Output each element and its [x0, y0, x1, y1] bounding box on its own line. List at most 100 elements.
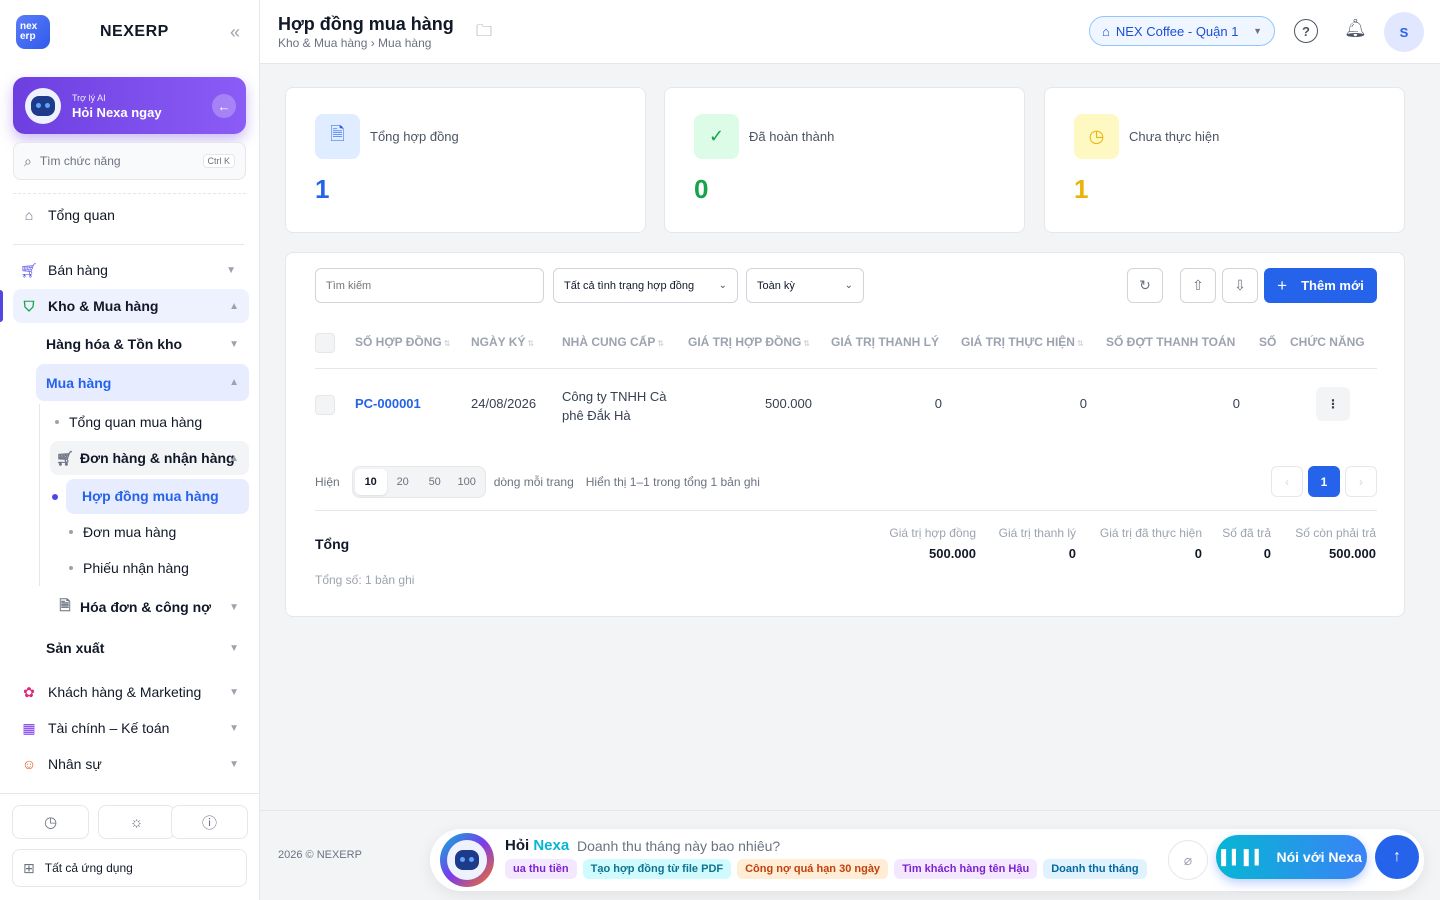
bullet	[69, 566, 73, 570]
page-button[interactable]: 1	[1308, 466, 1340, 497]
summary-value: 0	[1068, 546, 1076, 561]
suggestion-chip[interactable]: ua thu tiền	[505, 859, 577, 879]
column-header[interactable]: SỐ ĐỢT THANH TOÁN	[1106, 335, 1235, 349]
row-checkbox[interactable]	[315, 395, 335, 415]
upload-icon: ⇧	[1192, 277, 1204, 293]
sidebar: nex erp NEXERP « Trợ lý AI Hỏi Nexa ngay …	[0, 0, 260, 900]
table-row[interactable]: PC-000001 24/08/2026 Công ty TNHH Cà phê…	[315, 370, 1377, 436]
column-header[interactable]: SỐ HỢP ĐỒNG ⇅	[355, 335, 450, 349]
summary-label: Giá trị đã thực hiện	[1099, 526, 1202, 540]
ai-assistant-card[interactable]: Trợ lý AI Hỏi Nexa ngay ←	[13, 77, 246, 134]
per-page-label: dòng mỗi trang	[493, 475, 574, 489]
column-header: CHỨC NĂNG	[1290, 335, 1365, 349]
supplier-name: Công ty TNHH Cà phê Đắk Hà	[562, 389, 667, 423]
branch-name: NEX Coffee - Quận 1	[1115, 23, 1239, 39]
sidebar-item-hr[interactable]: ☺ Nhân sự ▼	[13, 747, 249, 781]
column-header[interactable]: GIÁ TRỊ THỰC HIỆN ⇅	[961, 335, 1084, 349]
app-logo[interactable]: nex erp	[16, 15, 50, 49]
page-size-option[interactable]: 20	[387, 469, 419, 495]
paperclip-icon: ⌀	[1183, 851, 1193, 868]
attach-button[interactable]: ⌀	[1168, 840, 1208, 880]
sidebar-item-purchase-orders[interactable]: Đơn mua hàng	[66, 515, 249, 549]
refresh-button[interactable]: ↻	[1127, 268, 1163, 303]
column-label: SỐ	[1259, 335, 1277, 349]
sidebar-item-overview[interactable]: ⌂ Tổng quan	[13, 198, 246, 232]
history-button[interactable]: ◷	[12, 805, 89, 839]
summary-contract-value: Giá trị hợp đồng 500.000	[889, 526, 976, 561]
prev-page-button[interactable]: ‹	[1271, 466, 1303, 497]
help-icon[interactable]: ?	[1294, 19, 1318, 43]
column-header[interactable]: NHÀ CUNG CẤP ⇅	[562, 335, 664, 349]
bullet	[55, 420, 59, 424]
sidebar-item-contracts[interactable]: Hợp đồng mua hàng	[52, 479, 249, 514]
collapse-sidebar-icon[interactable]: «	[230, 22, 240, 43]
chevron-down-icon: ▼	[229, 601, 239, 613]
contract-code-link[interactable]: PC-000001	[355, 396, 421, 411]
avatar[interactable]: S	[1384, 12, 1424, 52]
summary-title: Tổng	[315, 536, 350, 552]
download-icon: ⇩	[1234, 277, 1246, 293]
next-page-button[interactable]: ›	[1345, 466, 1377, 497]
contract-icon: 🗎	[315, 114, 360, 159]
search-input[interactable]	[315, 268, 544, 303]
chevron-up-icon: ▲	[229, 300, 239, 312]
download-button[interactable]: ⇩	[1222, 268, 1258, 303]
sidebar-item-goods[interactable]: Hàng hóa & Tồn kho ▼	[36, 327, 249, 361]
bag-icon: ⛉	[23, 297, 35, 314]
upload-button[interactable]: ⇧	[1180, 268, 1216, 303]
arrow-left-icon[interactable]: ←	[212, 94, 236, 118]
folder-icon[interactable]: 🗀	[476, 20, 492, 47]
sidebar-item-finance[interactable]: ▦ Tài chính – Kế toán ▼	[13, 711, 249, 745]
sidebar-item-crm[interactable]: ✿ Khách hàng & Marketing ▼	[13, 675, 249, 709]
function-search-placeholder: Tìm chức năng	[39, 154, 121, 168]
suggestion-chip[interactable]: Tạo hợp đồng từ file PDF	[582, 859, 732, 879]
function-search[interactable]: ⌕ Tìm chức năng Ctrl K	[13, 142, 246, 180]
suggestion-chips: ua thu tiền Tạo hợp đồng từ file PDF Côn…	[505, 859, 1148, 879]
summary-value: 500.000	[1329, 546, 1376, 561]
top-header: Hợp đồng mua hàng Kho & Mua hàng › Mua h…	[260, 0, 1440, 64]
column-header[interactable]: GIÁ TRỊ THANH LÝ	[831, 335, 939, 349]
theme-button[interactable]: ☼	[98, 805, 175, 839]
contract-value: 500.000	[765, 396, 812, 411]
page-size-option[interactable]: 100	[451, 469, 483, 495]
sidebar-item-sales[interactable]: 🛒︎ Bán hàng ▼	[13, 253, 246, 287]
sidebar-item-warehouse[interactable]: ⛉ Kho & Mua hàng ▲	[13, 289, 249, 323]
grid-icon: ⊞	[23, 859, 35, 876]
row-actions-button[interactable]: ⋮	[1316, 387, 1350, 421]
sidebar-item-purchase-overview[interactable]: Tổng quan mua hàng	[50, 405, 249, 439]
divider	[13, 193, 246, 194]
sidebar-item-production[interactable]: Sản xuất ▼	[36, 631, 249, 665]
all-apps-button[interactable]: ⊞ Tất cả ứng dụng	[12, 849, 247, 887]
bell-icon[interactable]: 🔔︎	[1344, 18, 1367, 39]
breadcrumb[interactable]: Kho & Mua hàng › Mua hàng	[278, 36, 431, 50]
suggestion-chip[interactable]: Tìm khách hàng tên Hậu	[894, 859, 1038, 879]
column-header[interactable]: GIÁ TRỊ HỢP ĐỒNG ⇅	[688, 335, 810, 349]
summary-remaining: Số còn phải trả 500.000	[1295, 526, 1376, 561]
add-new-button[interactable]: + Thêm mới	[1264, 268, 1377, 303]
ask-question-input[interactable]: Doanh thu tháng này bao nhiêu?	[577, 838, 780, 854]
ask-nexa-bar[interactable]: Hỏi Nexa Doanh thu tháng này bao nhiêu? …	[430, 829, 1424, 891]
chevron-left-icon: ‹	[1285, 474, 1289, 489]
sidebar-item-label: Tổng quan mua hàng	[69, 414, 203, 430]
sidebar-item-orders-receiving[interactable]: 🛒︎ Đơn hàng & nhận hàng ▲	[50, 441, 249, 475]
page-size-option[interactable]: 50	[419, 469, 451, 495]
page-size-option[interactable]: 10	[354, 469, 387, 495]
sidebar-item-receipts[interactable]: Phiếu nhận hàng	[66, 551, 249, 585]
branch-selector[interactable]: ⌂ NEX Coffee - Quận 1 ▼	[1089, 16, 1275, 46]
period-filter[interactable]: Toàn kỳ ⌄	[746, 268, 864, 303]
status-filter[interactable]: Tất cả tình trạng hợp đồng ⌄	[553, 268, 738, 303]
sidebar-item-invoices[interactable]: 🗎 Hóa đơn & công nợ ▼	[50, 590, 249, 624]
suggestion-chip[interactable]: Công nợ quá hạn 30 ngày	[737, 859, 889, 879]
sidebar-item-purchasing[interactable]: Mua hàng ▲	[36, 364, 249, 401]
voice-button[interactable]: ▌▍▌▍ Nói với Nexa	[1216, 835, 1367, 879]
show-label: Hiện	[315, 475, 340, 489]
select-all-checkbox[interactable]	[315, 333, 335, 353]
summary-liquidation-value: Giá trị thanh lý 0	[999, 526, 1076, 561]
column-header[interactable]: NGÀY KÝ ⇅	[471, 335, 534, 349]
divider	[315, 510, 1377, 511]
home-icon: ⌂	[24, 207, 34, 223]
column-header[interactable]: SỐ	[1259, 335, 1281, 349]
send-button[interactable]: ↑	[1375, 835, 1419, 879]
suggestion-chip[interactable]: Doanh thu tháng	[1043, 859, 1147, 879]
alerts-button[interactable]: ⓘ	[171, 805, 248, 839]
